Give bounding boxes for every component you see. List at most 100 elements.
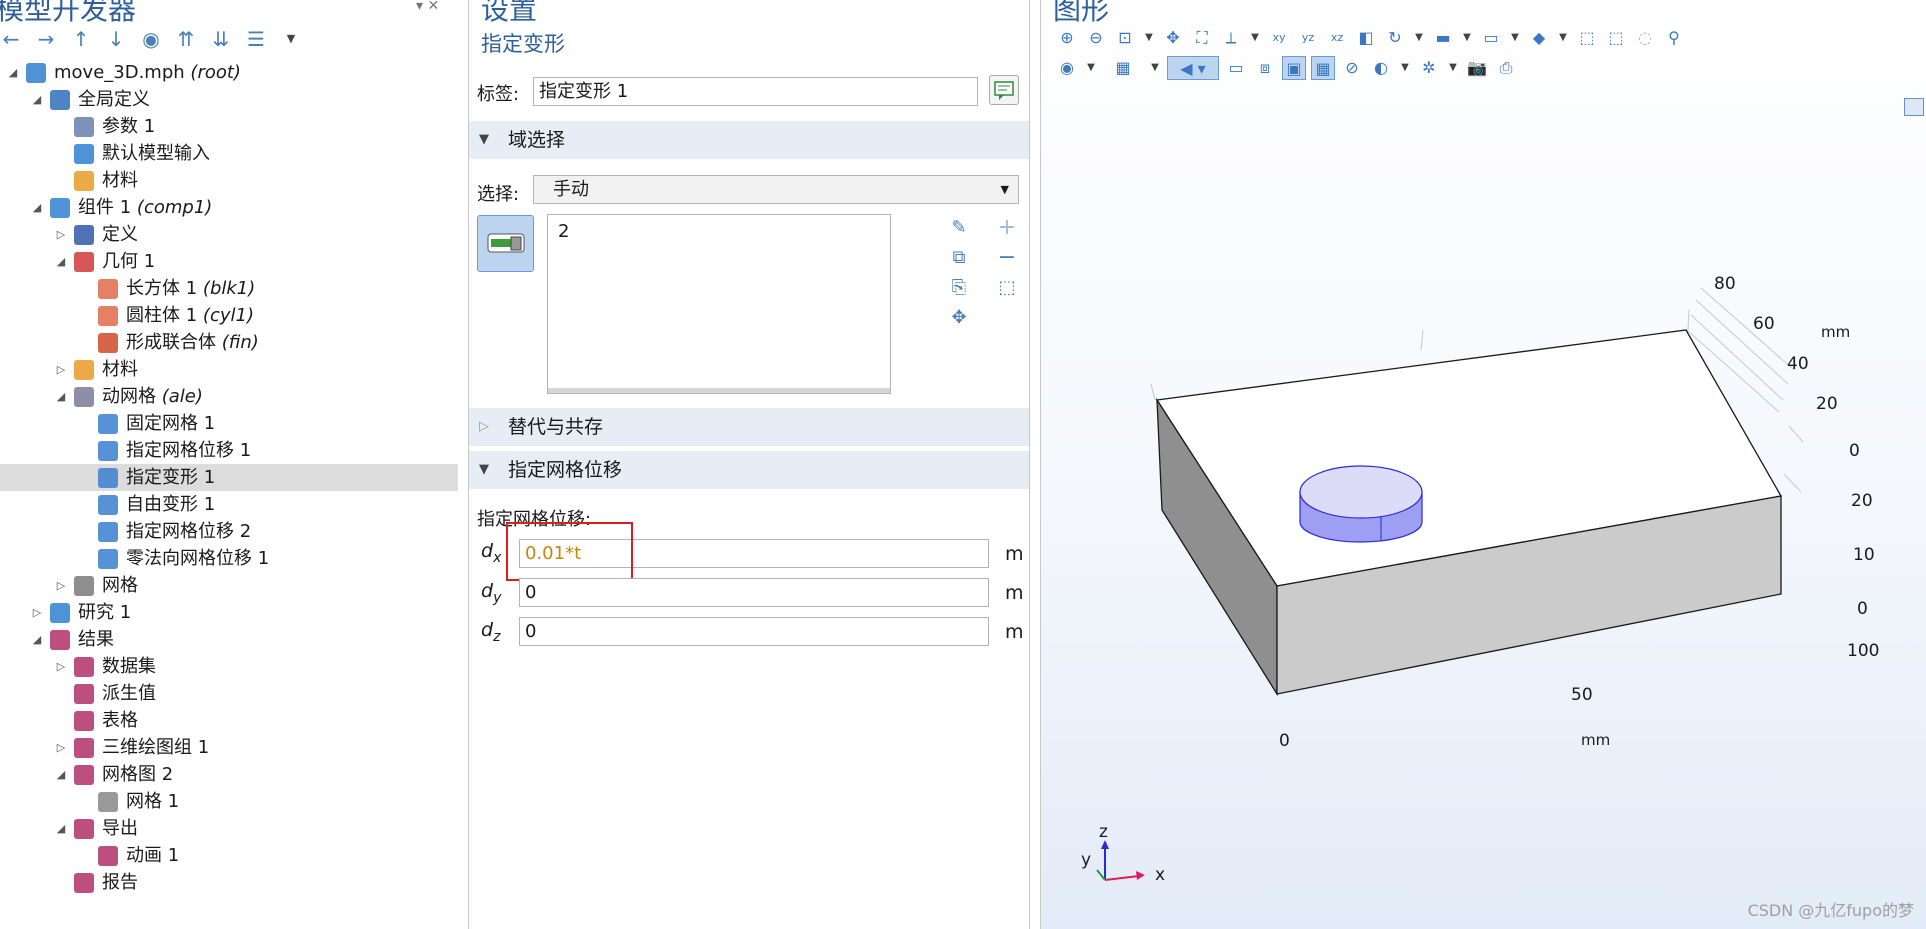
section-domain-selection[interactable]: ▼ 域选择 <box>469 121 1029 159</box>
cylinder-top[interactable] <box>1299 465 1423 519</box>
zoom-to-selection-icon[interactable]: ✥ <box>947 306 971 330</box>
study-icon <box>50 603 70 623</box>
dy-unit: m <box>1005 582 1024 604</box>
tree-node[interactable]: 零法向网格位移 1 <box>0 545 458 572</box>
clear-selection-icon[interactable]: ⎘ <box>947 276 971 300</box>
tree-node-label: 表格 <box>102 710 138 731</box>
expand-arrow-icon[interactable]: ▷ <box>30 599 44 626</box>
tree-node-label: 数据集 <box>102 656 156 677</box>
tree-node[interactable]: 派生值 <box>0 680 458 707</box>
active-toggle-button[interactable] <box>477 215 534 272</box>
tree-node[interactable]: 指定网格位移 1 <box>0 437 458 464</box>
selection-list-item[interactable]: 2 <box>558 221 569 242</box>
geometry-icon <box>74 252 94 272</box>
tree-node[interactable]: 自由变形 1 <box>0 491 458 518</box>
tree-node[interactable]: 圆柱体 1 (cyl1) <box>0 302 458 329</box>
expand-arrow-icon[interactable]: ▷ <box>54 734 68 761</box>
z-tick-label: 40 <box>1787 354 1809 374</box>
tree-node[interactable]: 动画 1 <box>0 842 458 869</box>
paste-selection-icon[interactable]: ✎ <box>947 216 971 240</box>
tree-node[interactable]: 指定网格位移 2 <box>0 518 458 545</box>
tree-node[interactable]: 网格 1 <box>0 788 458 815</box>
tree-node[interactable]: ▷ 材料 <box>0 356 458 383</box>
selection-dropdown[interactable]: 手动 ▼ <box>533 175 1019 204</box>
tree-node[interactable]: ◢ 网格图 2 <box>0 761 458 788</box>
tree-node[interactable]: 材料 <box>0 167 458 194</box>
tree-node[interactable]: ◢ 结果 <box>0 626 458 653</box>
tree-node[interactable]: ◢ 导出 <box>0 815 458 842</box>
selection-list[interactable]: 2 <box>547 214 891 394</box>
tree-node[interactable]: ▷ 定义 <box>0 221 458 248</box>
collapse-arrow-icon[interactable]: ◢ <box>54 383 68 410</box>
tree-node[interactable]: ◢ move_3D.mph (root) <box>0 59 458 86</box>
section-override[interactable]: ▷ 替代与共存 <box>469 408 1029 446</box>
3d-view[interactable]: 80 60 40 20 0 mm 20 10 0 0 50 100 mm z y… <box>1041 0 1926 929</box>
tree-node[interactable]: ◢ 几何 1 <box>0 248 458 275</box>
section-mesh-displacement-title: 指定网格位移 <box>508 459 623 481</box>
dz-unit: m <box>1005 621 1024 643</box>
block-icon <box>98 279 118 299</box>
prescribed-mesh-displacement-icon <box>98 522 118 542</box>
collapse-arrow-icon[interactable]: ◢ <box>30 86 44 113</box>
chevron-down-icon[interactable]: ▼ <box>280 28 302 50</box>
model-builder-toolbar: ← → ↑ ↓ ◉ ⇈ ⇊ ☰ ▼ <box>0 26 302 52</box>
model-builder-panel: 模型开发器 ▾ ✕ ← → ↑ ↓ ◉ ⇈ ⇊ ☰ ▼ ◢ move_3D.mph… <box>0 0 458 929</box>
tree-node[interactable]: ◢ 动网格 (ale) <box>0 383 458 410</box>
y-tick-label: 20 <box>1851 491 1873 511</box>
derived-values-icon <box>74 684 94 704</box>
collapse-arrow-icon[interactable]: ◢ <box>54 761 68 788</box>
tree-node[interactable]: ◢ 组件 1 (comp1) <box>0 194 458 221</box>
tree-node[interactable]: ▷ 网格 <box>0 572 458 599</box>
edit-label-button[interactable] <box>989 75 1019 105</box>
sort-down-icon[interactable]: ⇊ <box>210 28 232 50</box>
add-icon[interactable]: + <box>995 216 1019 240</box>
tree-node[interactable]: 形成联合体 (fin) <box>0 329 458 356</box>
dz-input[interactable]: 0 <box>519 617 989 646</box>
expand-arrow-icon[interactable]: ▷ <box>54 221 68 248</box>
collapse-arrow-icon[interactable]: ◢ <box>6 59 20 86</box>
x-tick-label: 100 <box>1847 641 1879 661</box>
tree-node[interactable]: 参数 1 <box>0 113 458 140</box>
arrow-down-icon[interactable]: ↓ <box>105 28 127 50</box>
tree-node[interactable]: 表格 <box>0 707 458 734</box>
tree-node[interactable]: 固定网格 1 <box>0 410 458 437</box>
tree-node[interactable]: 默认模型输入 <box>0 140 458 167</box>
tables-icon <box>74 711 94 731</box>
expand-arrow-icon[interactable]: ▷ <box>54 356 68 383</box>
root-file-icon <box>26 63 46 83</box>
eye-icon[interactable]: ◉ <box>140 28 162 50</box>
tree-node-label: 指定网格位移 2 <box>126 521 252 542</box>
copy-selection-icon[interactable]: ⧉ <box>947 246 971 270</box>
expand-arrow-icon[interactable]: ▷ <box>54 572 68 599</box>
tree-node[interactable]: 报告 <box>0 869 458 896</box>
tree-node[interactable]: ◢ 全局定义 <box>0 86 458 113</box>
list-icon[interactable]: ☰ <box>245 28 267 50</box>
animation-icon <box>98 846 118 866</box>
collapse-arrow-icon[interactable]: ◢ <box>54 248 68 275</box>
tree-node[interactable]: 长方体 1 (blk1) <box>0 275 458 302</box>
triad-y-label: y <box>1081 850 1091 870</box>
arrow-right-icon[interactable]: → <box>35 28 57 50</box>
collapse-arrow-icon[interactable]: ◢ <box>54 815 68 842</box>
collapse-arrow-icon[interactable]: ◢ <box>30 194 44 221</box>
comment-icon <box>994 81 1014 100</box>
arrow-up-icon[interactable]: ↑ <box>70 28 92 50</box>
label-caption: 标签: <box>477 84 520 105</box>
dy-input[interactable]: 0 <box>519 578 989 607</box>
tree-node[interactable]: ▷ 数据集 <box>0 653 458 680</box>
tree-node[interactable]: 指定变形 1 <box>0 464 458 491</box>
tree-node-label: 结果 <box>78 629 114 650</box>
arrow-left-icon[interactable]: ← <box>0 28 22 50</box>
collapse-arrow-icon[interactable]: ◢ <box>30 626 44 653</box>
section-mesh-displacement[interactable]: ▼ 指定网格位移 <box>469 451 1029 489</box>
tree-node[interactable]: ▷ 三维绘图组 1 <box>0 734 458 761</box>
remove-icon[interactable]: − <box>995 246 1019 270</box>
panel-menu-icon[interactable]: ▾ ✕ <box>416 0 439 14</box>
label-input[interactable]: 指定变形 1 <box>533 77 978 106</box>
tree-node[interactable]: ▷ 研究 1 <box>0 599 458 626</box>
expand-arrow-icon[interactable]: ▷ <box>54 653 68 680</box>
select-box-icon[interactable]: ⬚ <box>995 276 1019 300</box>
sort-up-icon[interactable]: ⇈ <box>175 28 197 50</box>
model-input-icon <box>74 144 94 164</box>
list-scrollbar[interactable] <box>548 388 890 393</box>
